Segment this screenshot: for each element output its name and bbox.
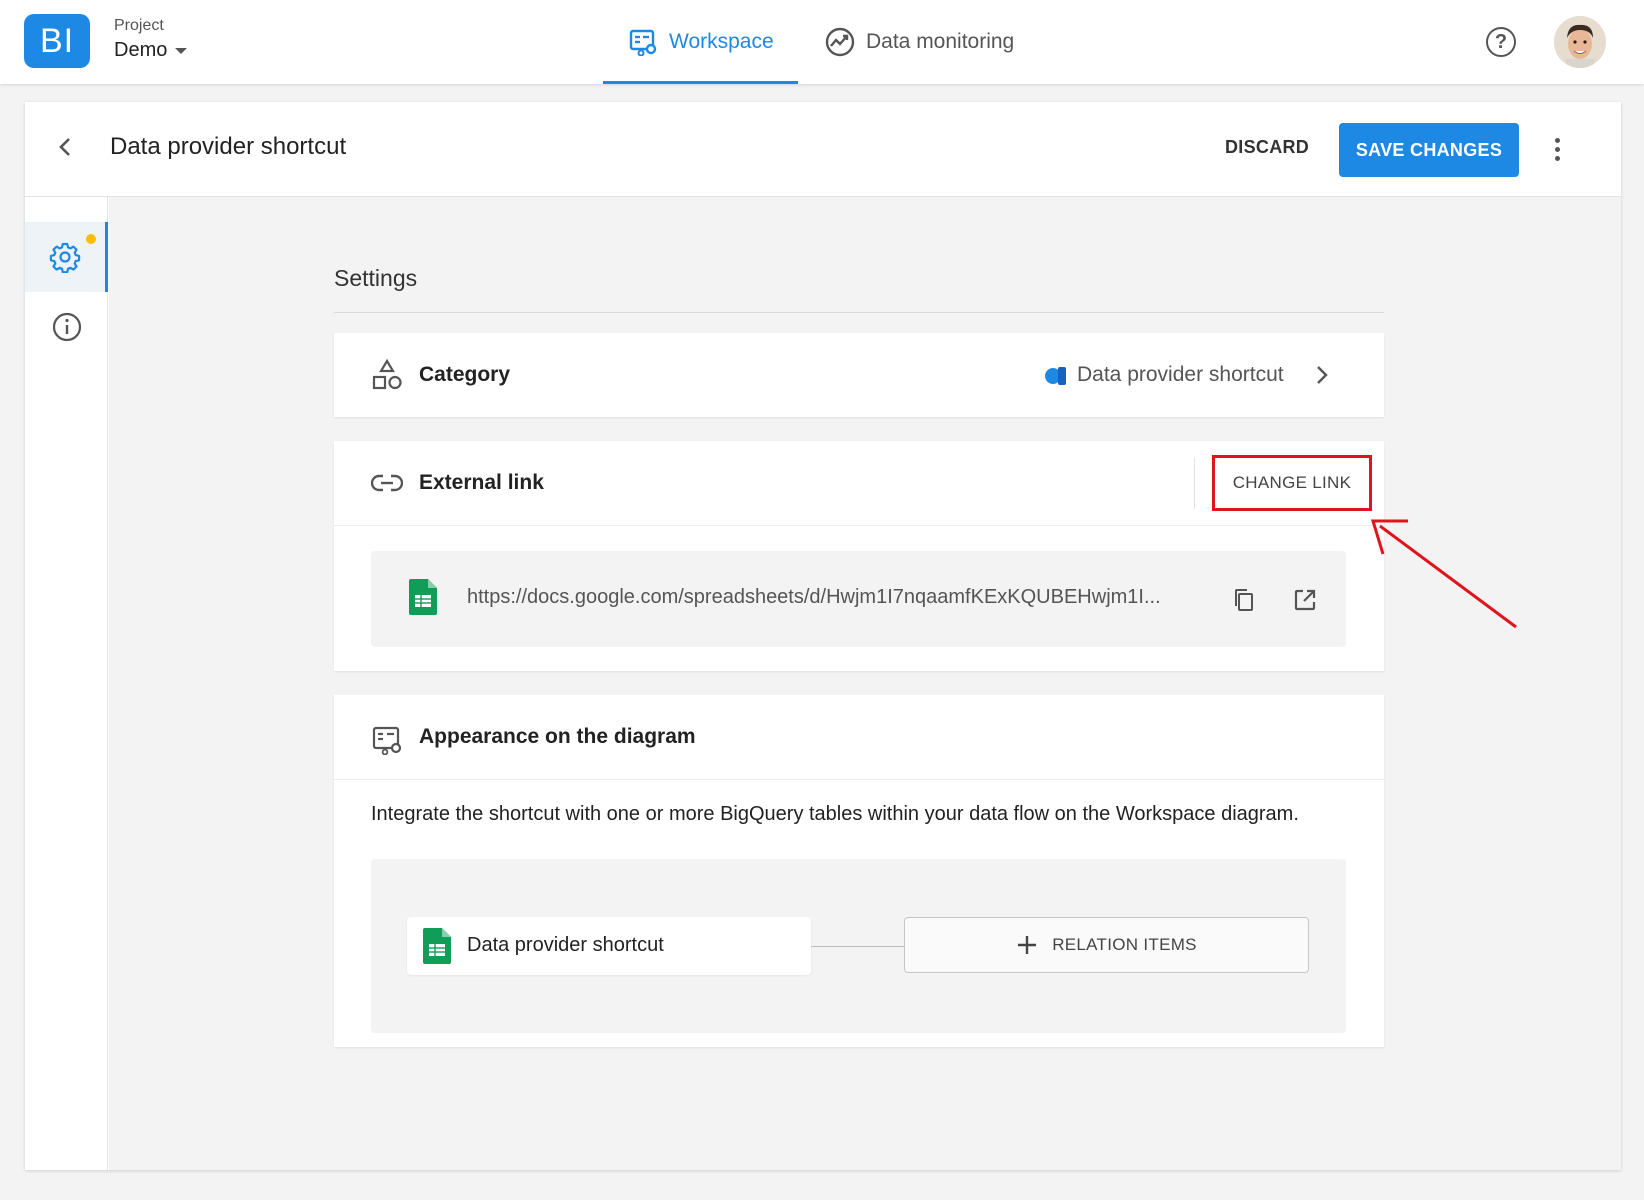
external-link-label: External link bbox=[419, 471, 544, 494]
monitoring-chart-icon bbox=[825, 27, 855, 57]
plus-icon bbox=[1018, 936, 1037, 954]
back-button[interactable] bbox=[55, 135, 75, 166]
settings-title: Settings bbox=[334, 265, 418, 291]
relation-items-button[interactable]: RELATION ITEMS bbox=[904, 917, 1309, 973]
side-rail bbox=[25, 197, 108, 1170]
category-label: Category bbox=[419, 363, 511, 386]
top-bar: BI Project Demo Workspace Data monitorin… bbox=[0, 0, 1644, 84]
user-avatar[interactable] bbox=[1554, 16, 1606, 68]
diagram-preview: Data provider shortcut RELATION ITEMS bbox=[371, 859, 1346, 1033]
project-name-dropdown[interactable]: Demo bbox=[114, 39, 188, 62]
row-divider bbox=[334, 779, 1384, 780]
page-header: Data provider shortcut DISCARD SAVE CHAN… bbox=[25, 102, 1621, 197]
notification-dot bbox=[86, 234, 96, 244]
project-selector[interactable]: Project Demo bbox=[114, 17, 188, 62]
more-vert-icon[interactable] bbox=[1555, 138, 1561, 165]
discard-button[interactable]: DISCARD bbox=[1225, 137, 1309, 158]
logo-text: BI bbox=[39, 21, 75, 60]
category-row[interactable]: Category Data provider shortcut bbox=[334, 333, 1384, 417]
external-link-card: External link CHANGE LINK https://docs.g… bbox=[334, 441, 1384, 671]
project-name: Demo bbox=[114, 39, 168, 61]
appearance-card: Appearance on the diagram Integrate the … bbox=[334, 695, 1384, 1047]
appearance-label: Appearance on the diagram bbox=[419, 725, 696, 748]
open-external-icon[interactable] bbox=[1293, 588, 1317, 612]
shapes-category-icon bbox=[372, 359, 402, 390]
copy-icon[interactable] bbox=[1233, 588, 1255, 612]
link-icon bbox=[371, 474, 403, 492]
help-circle-icon[interactable]: ? bbox=[1486, 27, 1516, 57]
url-box: https://docs.google.com/spreadsheets/d/H… bbox=[371, 551, 1346, 647]
row-divider bbox=[334, 525, 1384, 526]
avatar-portrait-icon bbox=[1554, 16, 1606, 68]
workspace-diagram-icon bbox=[629, 29, 657, 56]
caret-down-icon bbox=[175, 47, 188, 54]
chevron-right-icon bbox=[1317, 366, 1328, 384]
diagram-icon bbox=[372, 726, 402, 755]
rail-item-settings[interactable] bbox=[25, 222, 108, 292]
divider bbox=[334, 312, 1384, 313]
tab-data-monitoring-label: Data monitoring bbox=[866, 30, 1015, 53]
rail-item-info[interactable] bbox=[25, 292, 108, 362]
category-value: Data provider shortcut bbox=[1077, 363, 1284, 386]
google-sheets-icon bbox=[409, 579, 437, 615]
app-logo[interactable]: BI bbox=[24, 14, 90, 68]
connector-line bbox=[811, 946, 904, 947]
tab-workspace-label: Workspace bbox=[669, 30, 774, 53]
main-panel: Data provider shortcut DISCARD SAVE CHAN… bbox=[25, 102, 1621, 1170]
relation-items-label: RELATION ITEMS bbox=[1052, 935, 1197, 954]
info-icon bbox=[52, 312, 81, 342]
gear-icon bbox=[49, 242, 81, 273]
settings-content: Settings Category Data provider shortcut bbox=[109, 197, 1621, 1170]
shortcut-node: Data provider shortcut bbox=[407, 917, 811, 975]
shortcut-category-icon bbox=[1045, 367, 1066, 385]
change-link-button[interactable]: CHANGE LINK bbox=[1212, 455, 1372, 511]
vertical-divider bbox=[1194, 457, 1195, 509]
node-label: Data provider shortcut bbox=[467, 934, 664, 956]
chevron-left-icon bbox=[59, 138, 70, 156]
external-url: https://docs.google.com/spreadsheets/d/H… bbox=[467, 586, 1161, 608]
page-title: Data provider shortcut bbox=[110, 133, 347, 160]
save-changes-button[interactable]: SAVE CHANGES bbox=[1339, 123, 1519, 177]
tab-workspace[interactable]: Workspace bbox=[603, 0, 798, 84]
appearance-description: Integrate the shortcut with one or more … bbox=[371, 803, 1299, 825]
project-label: Project bbox=[114, 17, 164, 34]
tab-data-monitoring[interactable]: Data monitoring bbox=[824, 0, 1014, 84]
google-sheets-icon bbox=[423, 928, 451, 964]
